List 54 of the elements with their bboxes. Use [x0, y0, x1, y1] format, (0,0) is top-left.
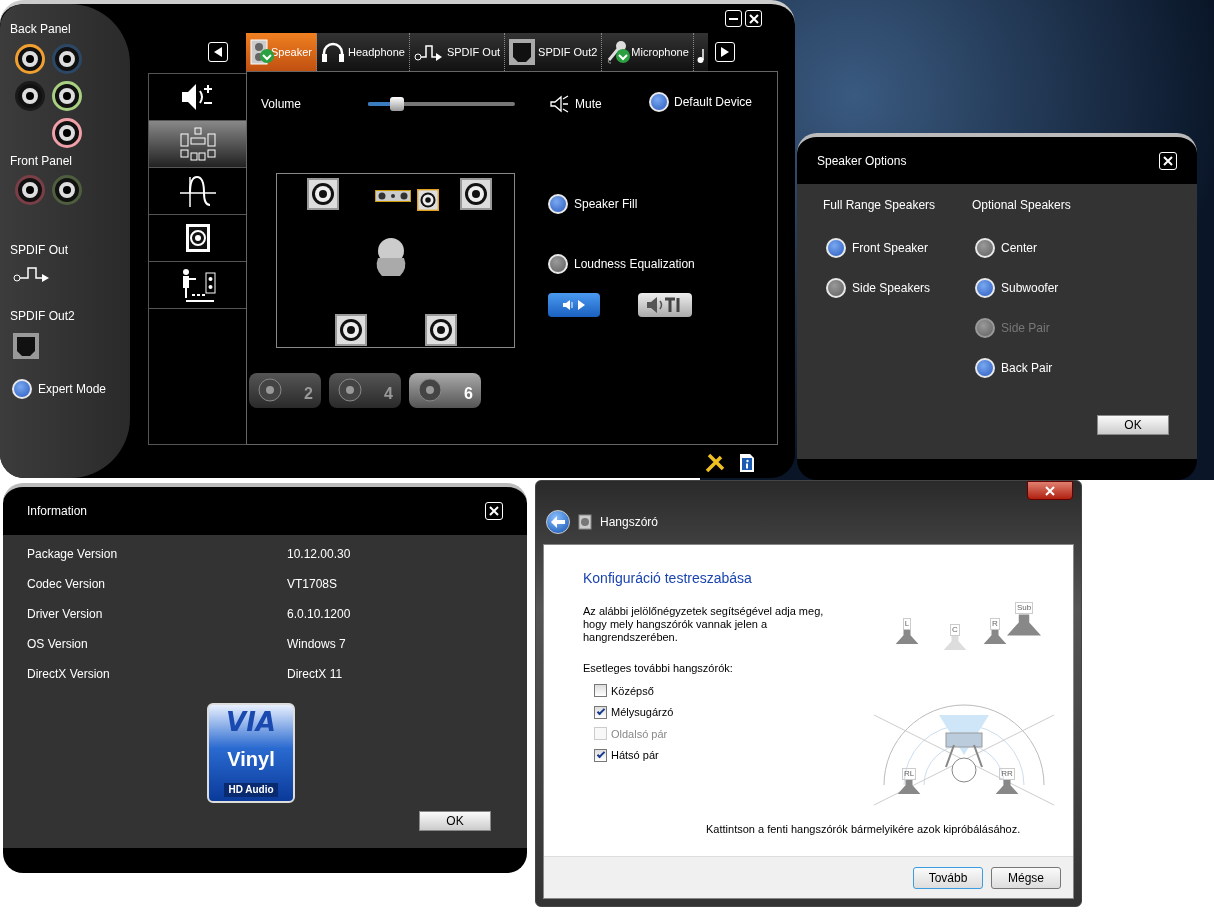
section-label: Back Panel: [10, 21, 72, 38]
channel-preset-button[interactable]: 4: [329, 373, 401, 408]
volume-label: Volume: [261, 96, 303, 113]
logo-product: Vinyl: [227, 749, 275, 769]
info-value: Windows 7: [287, 636, 346, 651]
column-heading: Optional Speakers: [972, 197, 1072, 214]
device-tab[interactable]: SPDIF Out2: [505, 33, 603, 71]
options-label: Esetleges további hangszórók:: [583, 661, 734, 676]
radio-label: Loudness Equalization: [574, 256, 695, 273]
device-tab[interactable]: SPDIF Out: [409, 33, 506, 71]
info-label: Package Version: [27, 546, 119, 561]
logo-subtitle: HD Audio: [224, 783, 278, 797]
hint-text: Kattintson a fenti hangszórók bármelyikére azok kipróbálásához.: [706, 822, 1021, 837]
channel-preset-button[interactable]: 2: [249, 373, 321, 408]
checkbox-label: Középső: [611, 683, 654, 699]
info-value: 10.12.00.30: [287, 546, 351, 561]
radio-label: Side Speakers: [852, 280, 931, 297]
dialog-button[interactable]: Mégse: [991, 866, 1061, 889]
section-label: SPDIF Out2: [10, 308, 76, 325]
window-title: Information: [27, 503, 88, 520]
radio-label: Front Speaker: [852, 240, 929, 257]
radio-label: Back Pair: [1001, 360, 1053, 377]
ok-button[interactable]: OK: [1097, 415, 1169, 435]
device-tab[interactable]: Microphone: [602, 33, 694, 71]
window-title: Hangszóró: [600, 514, 659, 531]
description-text: Az alábbi jelölőnégyzetek segítségével adja meg, hogy mely hangszórók vannak jelen a hangrendszerében.: [583, 605, 825, 644]
info-label: Driver Version: [27, 606, 104, 621]
info-value: DirectX 11: [287, 666, 343, 681]
dialog-heading: Konfiguráció testreszabása: [583, 569, 753, 588]
window-title: Speaker Options: [817, 152, 907, 170]
section-label: SPDIF Out: [10, 242, 69, 259]
radio-label: Subwoofer: [1001, 280, 1059, 297]
info-label: DirectX Version: [27, 666, 111, 681]
info-label: OS Version: [27, 636, 89, 651]
logo-brand: VIA: [226, 709, 276, 735]
device-tab[interactable]: Headphone: [317, 33, 410, 71]
column-heading: Full Range Speakers: [823, 197, 937, 214]
section-label: Front Panel: [10, 153, 74, 170]
radio-label: Center: [1001, 240, 1038, 257]
checkbox-label: Oldalsó pár: [611, 726, 668, 742]
radio-label: Side Pair: [1001, 320, 1050, 337]
info-value: VT1708S: [287, 576, 338, 591]
ok-button[interactable]: OK: [419, 811, 491, 831]
info-value: 6.0.10.1200: [287, 606, 351, 621]
radio-label: Default Device: [674, 94, 753, 111]
radio-label: Speaker Fill: [574, 196, 638, 213]
mute-label: Mute: [575, 96, 603, 113]
channel-preset-button[interactable]: 6: [409, 373, 481, 408]
info-label: Codec Version: [27, 576, 107, 591]
checkbox-label: Mélysugárzó: [611, 705, 674, 720]
device-tab[interactable]: Speaker: [246, 33, 317, 71]
checkbox-label: Hátsó pár: [611, 748, 659, 763]
radio-label: Expert Mode: [38, 381, 107, 398]
dialog-button[interactable]: Tovább: [913, 866, 983, 889]
